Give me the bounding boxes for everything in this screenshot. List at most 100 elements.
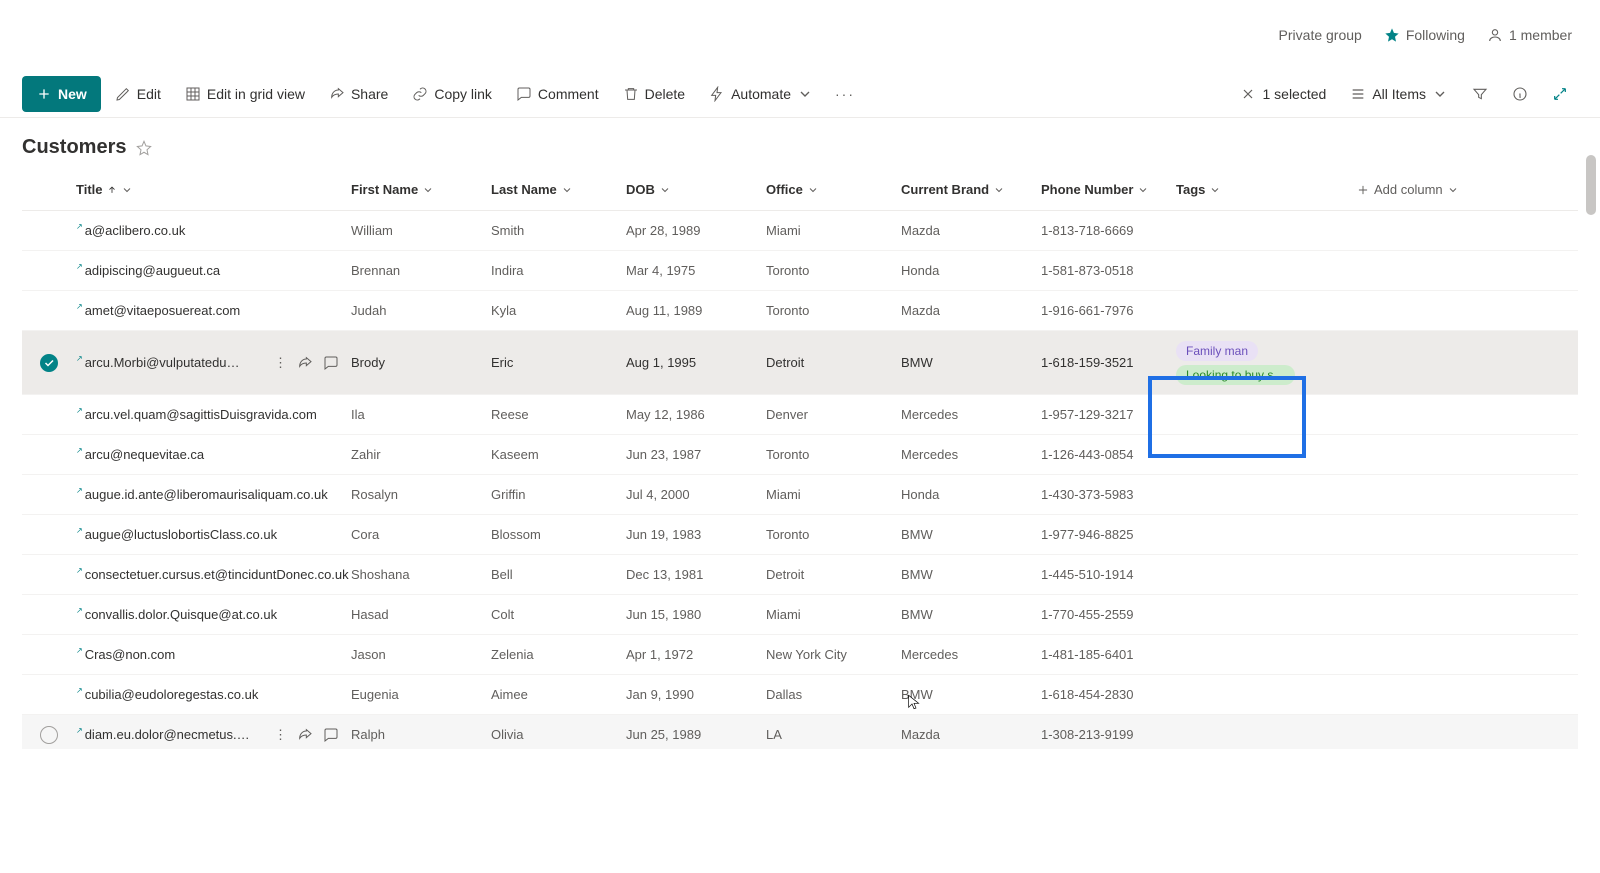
view-selector[interactable]: All Items: [1340, 76, 1458, 112]
cell-title[interactable]: ↗consectetuer.cursus.et@tinciduntDonec.c…: [76, 567, 351, 582]
cell-title[interactable]: ↗amet@vitaeposuereat.com: [76, 303, 351, 318]
table-row[interactable]: ↗consectetuer.cursus.et@tinciduntDonec.c…: [22, 555, 1578, 595]
cell-tags[interactable]: [1176, 531, 1356, 539]
cell-title[interactable]: ↗convallis.dolor.Quisque@at.co.uk: [76, 607, 351, 622]
cell-dob: Jun 15, 1980: [626, 607, 766, 622]
copy-link-button[interactable]: Copy link: [402, 76, 502, 112]
cell-title[interactable]: ↗diam.eu.dolor@necmetus.…⋮: [76, 727, 351, 743]
star-icon: [1384, 27, 1400, 43]
row-selector[interactable]: [22, 726, 76, 744]
expand-button[interactable]: [1542, 76, 1578, 112]
cell-tags[interactable]: [1176, 611, 1356, 619]
cell-tags[interactable]: [1176, 571, 1356, 579]
cell-tags[interactable]: [1176, 731, 1356, 739]
table-row[interactable]: ↗amet@vitaeposuereat.comJudahKylaAug 11,…: [22, 291, 1578, 331]
chevron-down-icon: [1432, 86, 1448, 102]
column-header-firstname[interactable]: First Name: [351, 182, 491, 197]
cell-office: Miami: [766, 607, 901, 622]
favorite-icon[interactable]: [136, 140, 152, 156]
cell-tags[interactable]: [1176, 411, 1356, 419]
row-share-icon[interactable]: [297, 355, 313, 371]
column-header-dob[interactable]: DOB: [626, 182, 766, 197]
vertical-scrollbar[interactable]: [1586, 155, 1596, 790]
cell-firstname: Judah: [351, 303, 491, 318]
column-header-brand[interactable]: Current Brand: [901, 182, 1041, 197]
delete-button[interactable]: Delete: [613, 76, 695, 112]
scrollbar-thumb[interactable]: [1586, 155, 1596, 215]
column-header-tags[interactable]: Tags: [1176, 178, 1356, 201]
row-selector[interactable]: [22, 354, 76, 372]
tag-pill[interactable]: Looking to buy s…: [1176, 365, 1295, 385]
automate-label: Automate: [731, 86, 791, 102]
cell-tags[interactable]: [1176, 651, 1356, 659]
close-icon: [1240, 86, 1256, 102]
following-button[interactable]: Following: [1384, 27, 1465, 43]
overflow-menu[interactable]: ···: [827, 86, 863, 102]
table-row[interactable]: ↗augue@luctuslobortisClass.co.ukCoraBlos…: [22, 515, 1578, 555]
cell-title[interactable]: ↗augue.id.ante@liberomaurisaliquam.co.uk: [76, 487, 351, 502]
cell-tags[interactable]: [1176, 691, 1356, 699]
edit-label: Edit: [137, 86, 161, 102]
automate-button[interactable]: Automate: [699, 76, 823, 112]
cell-phone: 1-813-718-6669: [1041, 223, 1176, 238]
table-row[interactable]: ↗cubilia@eudoloregestas.co.ukEugeniaAime…: [22, 675, 1578, 715]
cell-title[interactable]: ↗Cras@non.com: [76, 647, 351, 662]
cell-dob: Mar 4, 1975: [626, 263, 766, 278]
table-row[interactable]: ↗arcu@nequevitae.caZahirKaseemJun 23, 19…: [22, 435, 1578, 475]
person-icon: [1487, 27, 1503, 43]
cell-firstname: Jason: [351, 647, 491, 662]
cell-tags[interactable]: [1176, 491, 1356, 499]
selection-count[interactable]: 1 selected: [1230, 76, 1336, 112]
table-row[interactable]: ↗arcu.Morbi@vulputatedu…⋮BrodyEricAug 1,…: [22, 331, 1578, 395]
table-row[interactable]: ↗arcu.vel.quam@sagittisDuisgravida.comIl…: [22, 395, 1578, 435]
table-row[interactable]: ↗diam.eu.dolor@necmetus.…⋮RalphOliviaJun…: [22, 715, 1578, 749]
list-icon: [1350, 86, 1366, 102]
add-column-button[interactable]: Add column: [1356, 182, 1476, 197]
table-row[interactable]: ↗augue.id.ante@liberomaurisaliquam.co.uk…: [22, 475, 1578, 515]
table-row[interactable]: ↗a@aclibero.co.ukWilliamSmithApr 28, 198…: [22, 211, 1578, 251]
title-text: cubilia@eudoloregestas.co.uk: [85, 687, 259, 702]
info-button[interactable]: [1502, 76, 1538, 112]
share-button[interactable]: Share: [319, 76, 398, 112]
cell-tags[interactable]: [1176, 451, 1356, 459]
cell-tags[interactable]: Family man Looking to buy s…: [1176, 337, 1356, 389]
cell-tags[interactable]: [1176, 307, 1356, 315]
column-header-lastname[interactable]: Last Name: [491, 182, 626, 197]
column-title-label: Title: [76, 182, 103, 197]
column-header-phone[interactable]: Phone Number: [1041, 182, 1176, 197]
page-title: Customers: [22, 136, 126, 159]
tag-pill[interactable]: Family man: [1176, 341, 1258, 361]
cell-dob: Jan 9, 1990: [626, 687, 766, 702]
table-row[interactable]: ↗adipiscing@augueut.caBrennanIndiraMar 4…: [22, 251, 1578, 291]
filter-button[interactable]: [1462, 76, 1498, 112]
table-row[interactable]: ↗convallis.dolor.Quisque@at.co.ukHasadCo…: [22, 595, 1578, 635]
cell-title[interactable]: ↗adipiscing@augueut.ca: [76, 263, 351, 278]
edit-grid-button[interactable]: Edit in grid view: [175, 76, 315, 112]
cell-title[interactable]: ↗arcu.vel.quam@sagittisDuisgravida.com: [76, 407, 351, 422]
cell-brand: Honda: [901, 487, 1041, 502]
link-glyph-icon: ↗: [76, 406, 83, 415]
members-button[interactable]: 1 member: [1487, 27, 1572, 43]
cell-title[interactable]: ↗arcu@nequevitae.ca: [76, 447, 351, 462]
link-glyph-icon: ↗: [76, 302, 83, 311]
new-button[interactable]: New: [22, 76, 101, 112]
row-comment-icon[interactable]: [323, 727, 339, 743]
cell-dob: Jun 19, 1983: [626, 527, 766, 542]
cell-title[interactable]: ↗augue@luctuslobortisClass.co.uk: [76, 527, 351, 542]
column-header-office[interactable]: Office: [766, 182, 901, 197]
row-share-icon[interactable]: [297, 727, 313, 743]
table-row[interactable]: ↗Cras@non.comJasonZeleniaApr 1, 1972New …: [22, 635, 1578, 675]
row-menu-icon[interactable]: ⋮: [274, 727, 287, 743]
cell-tags[interactable]: [1176, 267, 1356, 275]
comment-button[interactable]: Comment: [506, 76, 609, 112]
row-comment-icon[interactable]: [323, 355, 339, 371]
cell-phone: 1-770-455-2559: [1041, 607, 1176, 622]
edit-button[interactable]: Edit: [105, 76, 171, 112]
cell-title[interactable]: ↗cubilia@eudoloregestas.co.uk: [76, 687, 351, 702]
expand-icon: [1552, 86, 1568, 102]
row-menu-icon[interactable]: ⋮: [274, 355, 287, 371]
column-header-title[interactable]: Title: [76, 182, 351, 197]
cell-title[interactable]: ↗a@aclibero.co.uk: [76, 223, 351, 238]
cell-title[interactable]: ↗arcu.Morbi@vulputatedu…⋮: [76, 355, 351, 371]
cell-tags[interactable]: [1176, 227, 1356, 235]
